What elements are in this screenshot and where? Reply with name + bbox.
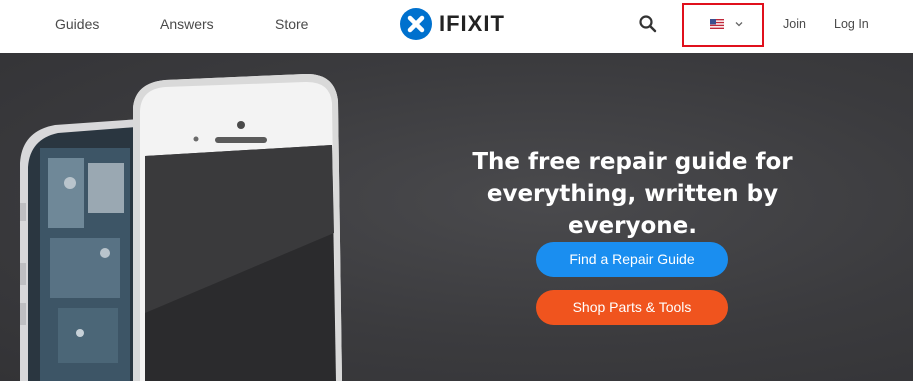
white-phone-image	[133, 73, 342, 381]
open-phone-image	[20, 119, 140, 381]
us-flag-icon	[710, 19, 724, 29]
logo-text: IFIXIT	[439, 11, 505, 36]
hero-tagline: The free repair guide for everything, wr…	[430, 146, 835, 242]
iphone-teardown-illustration	[20, 73, 342, 381]
chevron-down-icon	[735, 22, 743, 27]
locale-selector[interactable]	[682, 3, 764, 47]
tagline-line-2: everything, written by everyone.	[486, 181, 779, 239]
logo-mark-icon	[400, 8, 432, 40]
tagline-line-1: The free repair guide for	[472, 149, 793, 175]
search-icon[interactable]	[638, 14, 658, 34]
top-nav: Guides Answers Store IFIXIT Join Log In	[0, 0, 913, 53]
login-link[interactable]: Log In	[834, 17, 869, 31]
nav-answers-link[interactable]: Answers	[160, 16, 214, 32]
hero-banner: The free repair guide for everything, wr…	[0, 53, 913, 381]
join-link[interactable]: Join	[783, 17, 806, 31]
find-repair-guide-button[interactable]: Find a Repair Guide	[536, 242, 728, 277]
ifixit-logo[interactable]: IFIXIT	[400, 8, 505, 40]
nav-store-link[interactable]: Store	[275, 16, 308, 32]
nav-guides-link[interactable]: Guides	[55, 16, 99, 32]
shop-parts-tools-button[interactable]: Shop Parts & Tools	[536, 290, 728, 325]
